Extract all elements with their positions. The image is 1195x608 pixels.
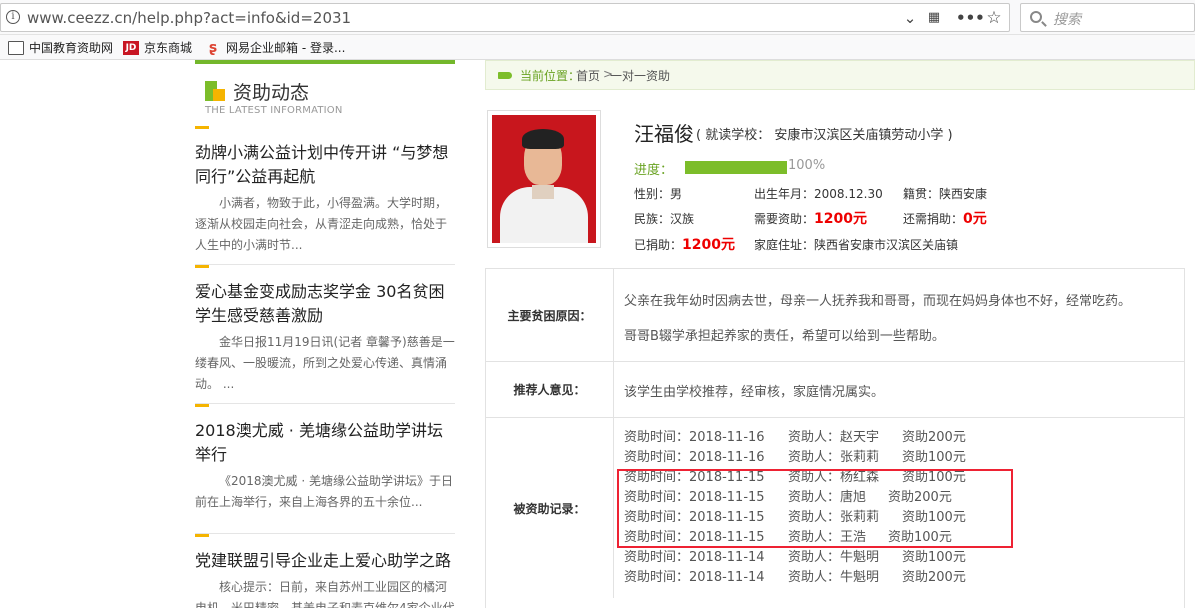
bookmark-label: 京东商城 [144,41,193,55]
news-title[interactable]: 爱心基金变成励志奖学金 30名贫困学生感受慈善激励 [195,280,455,328]
record-amount: 资助200元 [902,430,966,445]
bookmark-label: 中国教育资助网 [29,41,114,55]
news-summary: 金华日报11月19日讯(记者 章馨予)慈善是一缕春风、一股暖流，所到之处爱心传递… [195,335,455,391]
bookmark-item[interactable]: 中国教育资助网 [8,39,113,56]
student-birth: 出生年月：2008.12.30 [754,187,883,201]
donation-record: 资助时间：2018-11-16 资助人：赵天宇 资助200元 [624,428,966,448]
news-marker [195,534,209,537]
breadcrumb: 当前位置： 首页 > 一对一资助 [485,60,1195,90]
news-marker [195,126,209,129]
record-donor: 资助人：张莉莉 [788,450,880,465]
remaining-funding: 还需捐助：0元 [903,208,987,228]
chevron-down-icon[interactable]: ⌄ [899,7,921,29]
sidebar-header: 资助动态 THE LATEST INFORMATION [195,64,455,126]
need-funding: 需要资助：1200元 [754,208,867,228]
browser-toolbar: i www.ceezz.cn/help.php?act=info&id=2031… [0,0,1195,35]
donated-funding: 已捐助：1200元 [634,234,735,254]
section-logo-icon [205,81,225,101]
record-donor: 资助人：牛魁明 [788,550,880,565]
progress-value: 100% [788,158,826,173]
student-school: ( 就读学校： 安康市汉滨区关庙镇劳动小学 ) [696,128,953,143]
student-gender: 性别：男 [634,187,683,201]
more-actions-icon[interactable]: ••• [956,7,985,29]
donation-records-label: 被资助记录： [486,418,614,598]
remaining-funding-value: 0元 [963,211,987,227]
record-amount: 资助100元 [902,550,966,565]
news-title[interactable]: 党建联盟引导企业走上爱心助学之路 [195,549,455,573]
highlight-box [617,469,1013,548]
bookmarks-bar: 中国教育资助网 JD 京东商城 ʂ 网易企业邮箱 - 登录... [0,35,1195,60]
donation-record: 资助时间：2018-11-14 资助人：牛魁明 资助100元 [624,548,966,568]
donation-record: 资助时间：2018-11-16 资助人：张莉莉 资助100元 [624,448,966,468]
student-native-place: 籍贯：陕西安康 [903,187,988,201]
record-donor: 资助人：牛魁明 [788,570,880,585]
poverty-reason-row: 主要贫困原因： 父亲在我年幼时因病去世，母亲一人抚养我和哥哥，而现在妈妈身体也不… [486,269,1184,362]
search-input[interactable]: 搜索 [1020,3,1195,32]
news-summary: 小满者，物致于此，小得盈满。大学时期，逐渐从校园走向社会，从青涩走向成熟，恰处于… [195,196,448,252]
student-name: 汪福俊 [634,122,694,146]
jd-icon: JD [123,40,139,55]
news-summary: 《2018澳尤威 · 羌塘缘公益助学讲坛》于日前在上海举行，来自上海各界的五十余… [195,474,453,509]
student-address: 家庭住址：陕西省安康市汉滨区关庙镇 [754,238,959,252]
news-sidebar: 资助动态 THE LATEST INFORMATION 劲牌小满公益计划中传开讲… [195,60,455,608]
qr-code-icon[interactable]: ▦ [923,7,945,29]
student-portrait [492,115,596,243]
progress-bar [685,161,787,174]
bookmark-label: 网易企业邮箱 - 登录... [226,41,346,55]
progress-fill [685,161,787,174]
poverty-reason-line: 哥哥B辍学承担起养家的责任，希望可以给到一些帮助。 [624,329,945,344]
recommender-row: 推荐人意见： 该学生由学校推荐，经审核，家庭情况属实。 [486,362,1184,418]
site-info-icon[interactable]: i [6,10,20,24]
poverty-reason-line: 父亲在我年幼时因病去世，母亲一人抚养我和哥哥，而现在妈妈身体也不好，经常吃药。 [624,294,1132,309]
bookmark-item[interactable]: JD 京东商城 [123,39,192,56]
record-time: 资助时间：2018-11-16 [624,450,765,465]
sidebar-subtitle: THE LATEST INFORMATION [205,105,343,116]
news-item: 劲牌小满公益计划中传开讲 “与梦想同行”公益再起航 小满者，物致于此，小得盈满。… [195,126,455,265]
record-time: 资助时间：2018-11-14 [624,550,765,565]
search-icon [1030,11,1042,23]
breadcrumb-home-link[interactable]: 首页 [576,67,600,84]
netease-mail-icon: ʂ [208,39,218,56]
donated-funding-value: 1200元 [682,237,735,253]
record-amount: 资助100元 [902,450,966,465]
need-funding-value: 1200元 [814,211,867,227]
address-bar[interactable]: i www.ceezz.cn/help.php?act=info&id=2031… [0,3,1010,32]
student-photo [487,110,601,248]
news-marker [195,265,209,268]
record-amount: 资助200元 [902,570,966,585]
student-info-table: 主要贫困原因： 父亲在我年幼时因病去世，母亲一人抚养我和哥哥，而现在妈妈身体也不… [485,268,1185,608]
remaining-funding-label: 还需捐助： [903,212,964,226]
breadcrumb-label: 当前位置： [520,69,581,83]
search-placeholder: 搜索 [1053,12,1081,28]
poverty-reason-label: 主要贫困原因： [486,269,614,361]
news-title[interactable]: 劲牌小满公益计划中传开讲 “与梦想同行”公益再起航 [195,141,455,189]
bookmark-star-icon[interactable]: ☆ [983,7,1005,29]
news-summary: 核心提示：日前，来自苏州工业园区的橘河电机、米巴精密、基美电子和麦克维尔4家企业… [195,580,455,608]
url-text[interactable]: www.ceezz.cn/help.php?act=info&id=2031 [27,9,351,27]
news-title[interactable]: 2018澳尤威 · 羌塘缘公益助学讲坛举行 [195,419,455,467]
breadcrumb-current[interactable]: 一对一资助 [610,67,670,84]
news-item: 2018澳尤威 · 羌塘缘公益助学讲坛举行 《2018澳尤威 · 羌塘缘公益助学… [195,404,455,534]
recommender-label: 推荐人意见： [486,362,614,417]
folder-icon [8,40,24,55]
news-item: 党建联盟引导企业走上爱心助学之路 核心提示：日前，来自苏州工业园区的橘河电机、米… [195,534,455,608]
news-item: 爱心基金变成励志奖学金 30名贫困学生感受慈善激励 金华日报11月19日讯(记者… [195,265,455,404]
donated-funding-label: 已捐助： [634,238,683,252]
location-tag-icon [498,72,512,79]
record-time: 资助时间：2018-11-14 [624,570,765,585]
sidebar-title: 资助动态 [233,82,310,104]
progress-label: 进度： [634,163,674,178]
news-marker [195,404,209,407]
donation-record: 资助时间：2018-11-14 资助人：牛魁明 资助200元 [624,568,966,588]
bookmark-item[interactable]: ʂ 网易企业邮箱 - 登录... [205,39,346,56]
record-time: 资助时间：2018-11-16 [624,430,765,445]
student-ethnicity: 民族：汉族 [634,212,695,226]
need-funding-label: 需要资助： [754,212,815,226]
recommender-opinion: 该学生由学校推荐，经审核，家庭情况属实。 [624,385,885,400]
record-donor: 资助人：赵天宇 [788,430,880,445]
